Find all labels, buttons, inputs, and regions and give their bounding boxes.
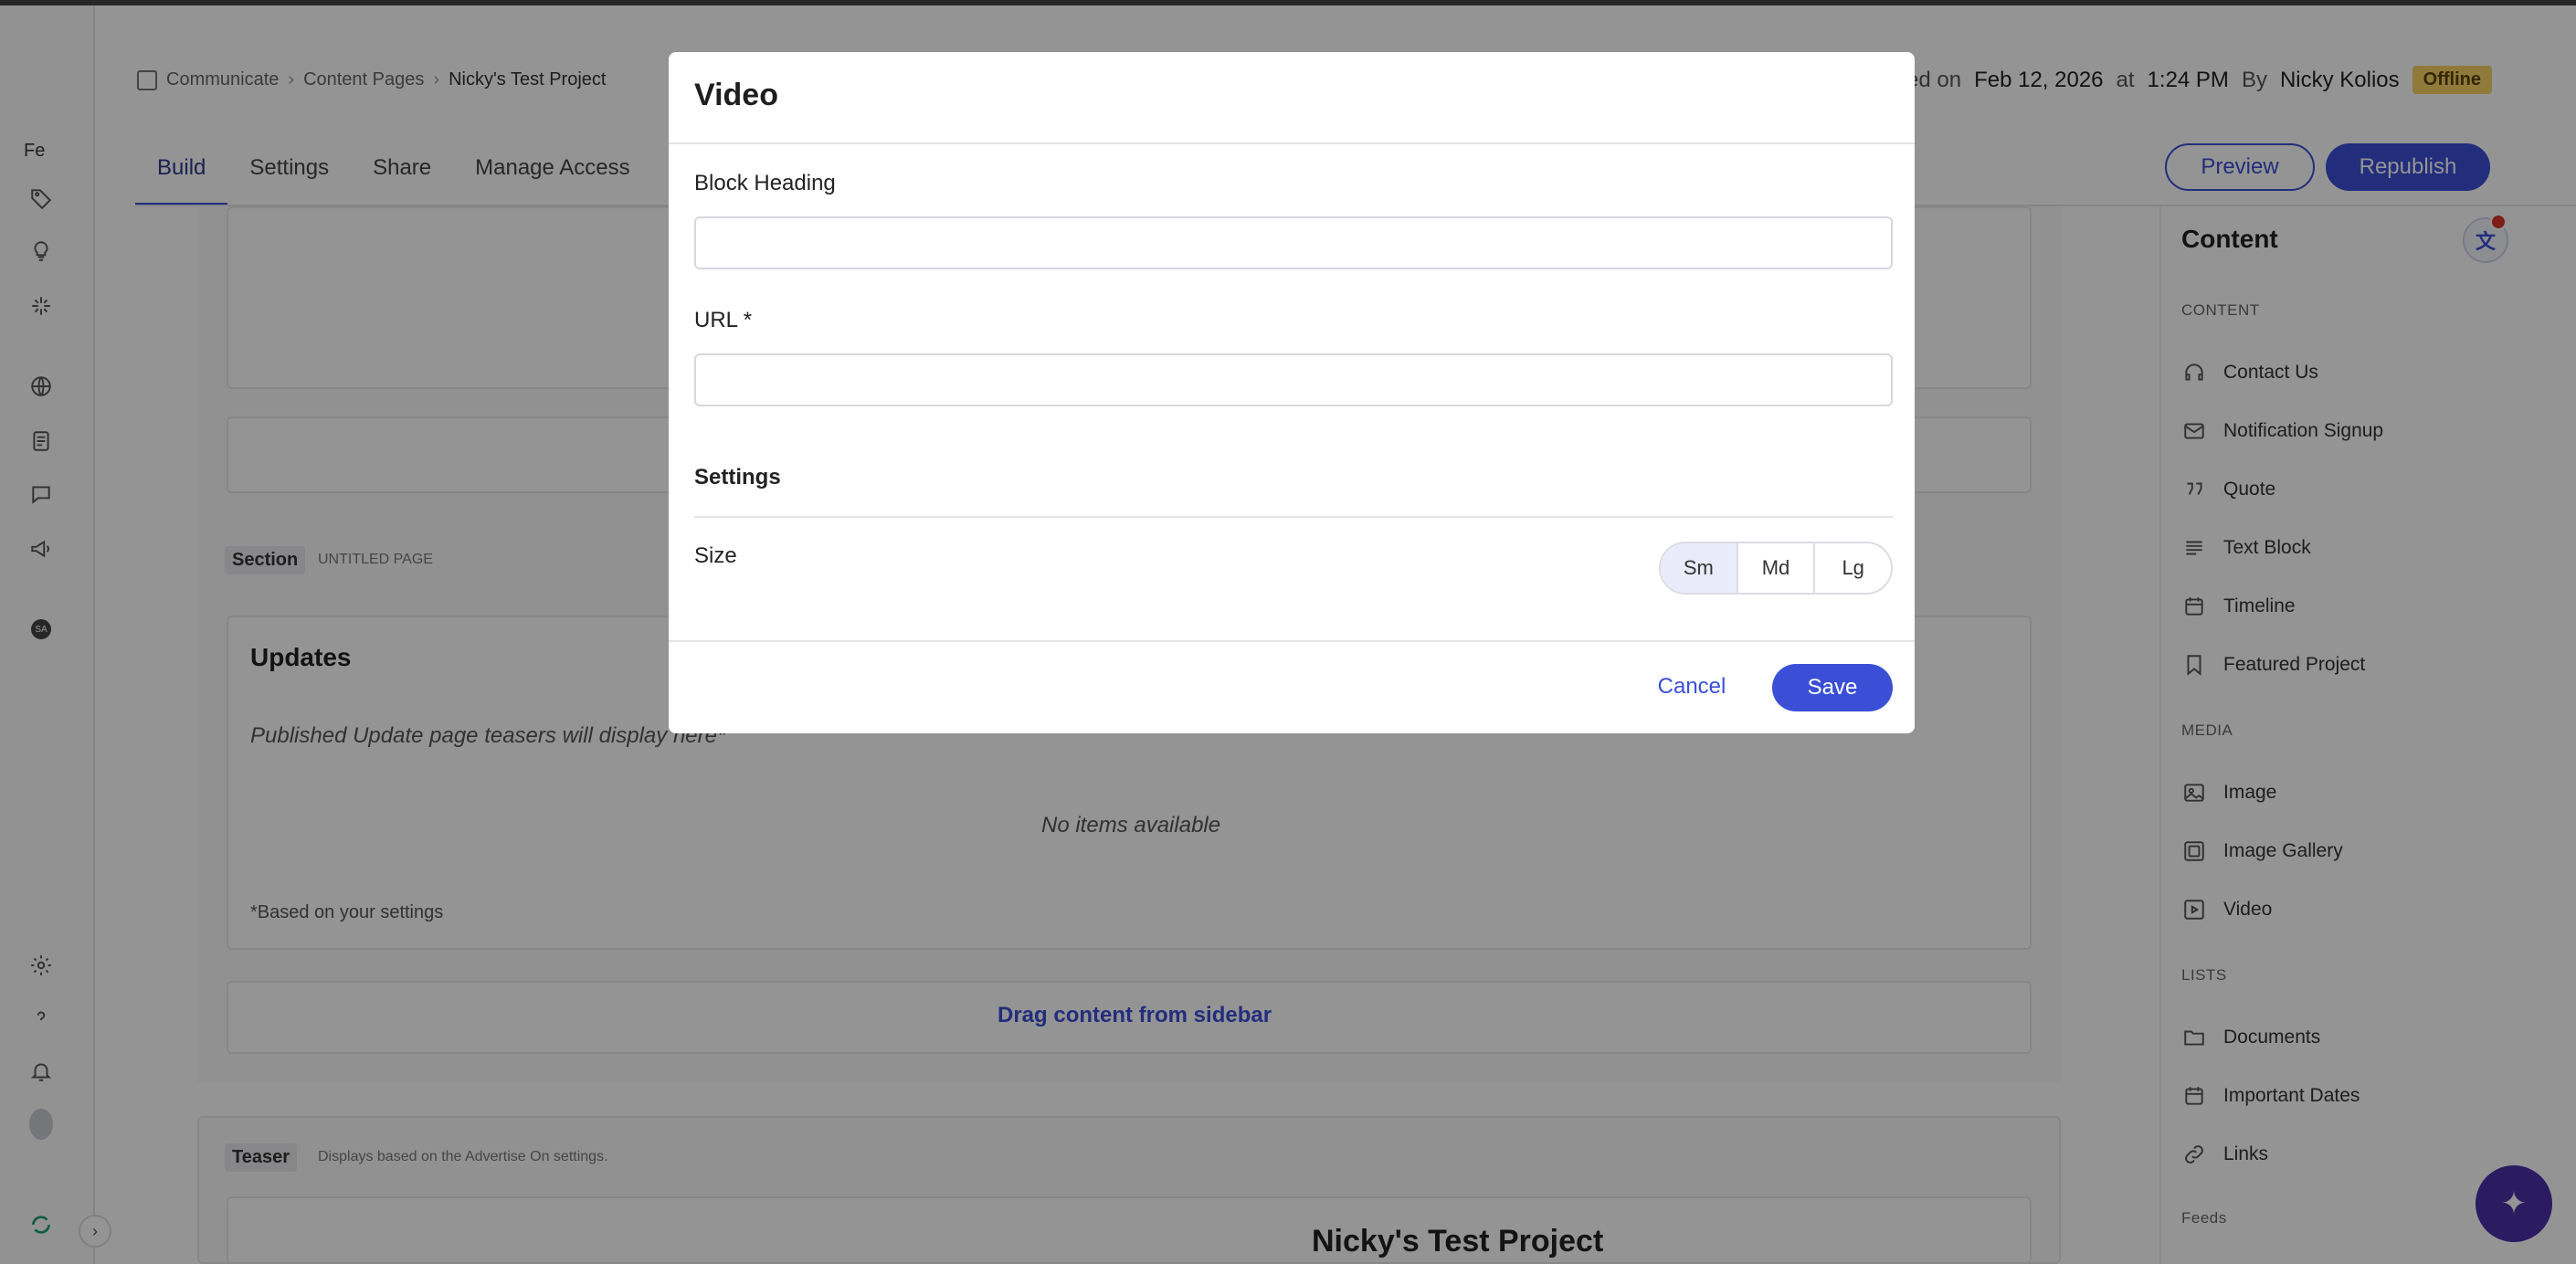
size-option-lg[interactable]: Lg [1815, 543, 1891, 593]
url-input[interactable] [694, 353, 1893, 406]
modal-title: Video [694, 78, 778, 112]
settings-divider [694, 516, 1893, 518]
size-option-md[interactable]: Md [1738, 543, 1816, 593]
block-heading-label: Block Heading [694, 171, 836, 195]
block-heading-input[interactable] [694, 216, 1893, 269]
modal-footer-divider [669, 640, 1915, 642]
video-modal: Video Block Heading URL * Settings Size … [669, 52, 1915, 733]
cancel-button[interactable]: Cancel [1646, 664, 1737, 710]
size-toggle-group: Sm Md Lg [1659, 542, 1893, 595]
url-label: URL * [694, 308, 753, 332]
save-button[interactable]: Save [1772, 664, 1893, 711]
size-option-sm[interactable]: Sm [1661, 543, 1738, 593]
settings-heading: Settings [694, 465, 781, 490]
size-label: Size [694, 543, 737, 568]
modal-header-divider [669, 142, 1915, 144]
